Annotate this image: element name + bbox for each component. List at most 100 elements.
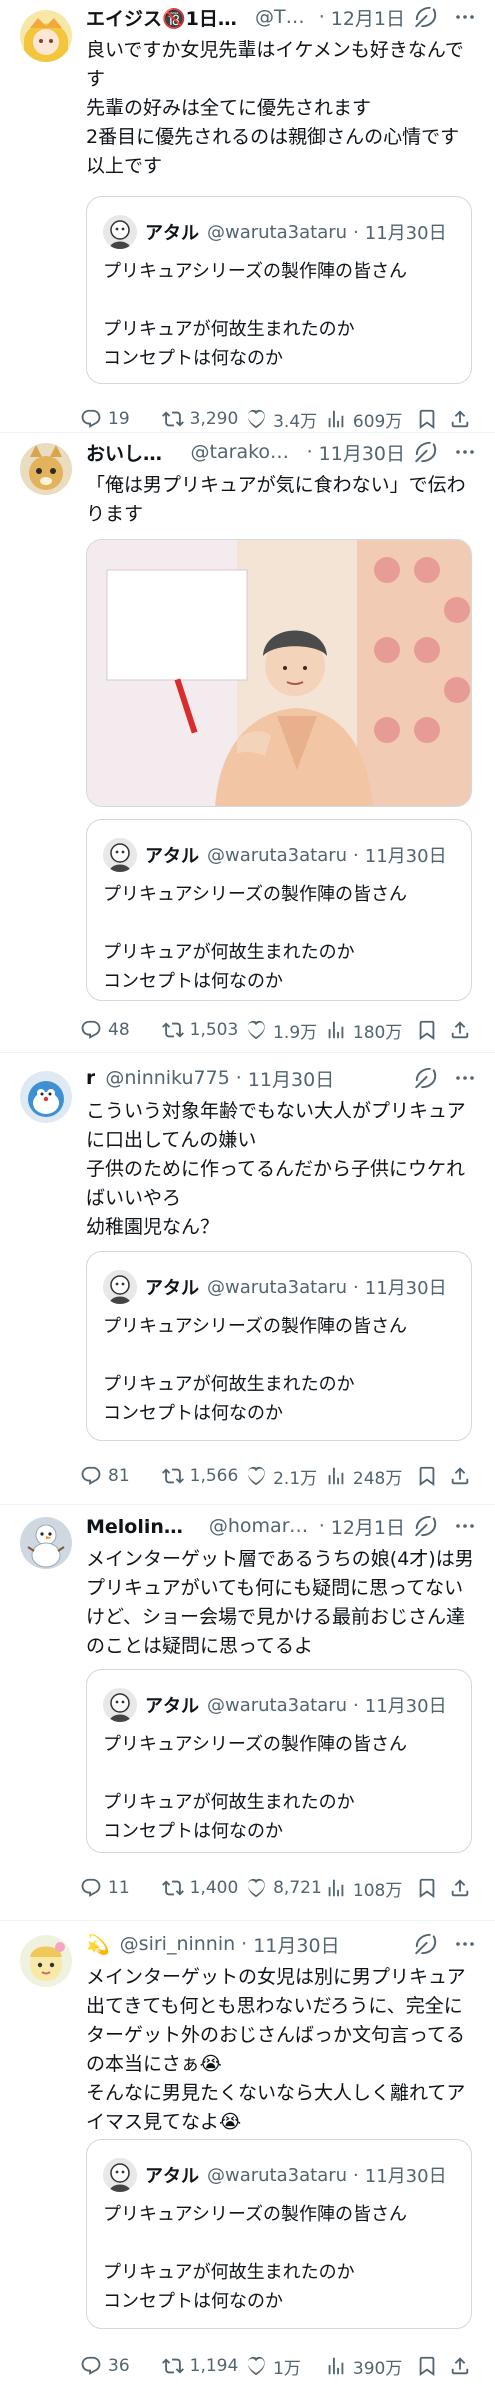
share-icon [449, 1465, 471, 1487]
attached-image[interactable] [86, 539, 472, 807]
view-count: 248万 [352, 1468, 403, 1489]
reply-button[interactable]: 36 [80, 2355, 162, 2377]
like-button[interactable]: 1万 [245, 2354, 325, 2379]
views-button[interactable]: 180万 [325, 1018, 410, 1043]
like-button[interactable]: 2.1万 [245, 1464, 325, 1489]
more-options-icon[interactable] [453, 440, 477, 464]
bookmark-button[interactable] [410, 1019, 443, 1041]
avatar[interactable] [20, 10, 72, 62]
quoted-avatar [103, 215, 137, 249]
grok-icon[interactable] [413, 1065, 439, 1091]
timestamp[interactable]: 11月30日 [319, 439, 405, 466]
views-button[interactable]: 390万 [325, 2354, 410, 2379]
quoted-display-name: アタル [145, 846, 199, 867]
share-button[interactable] [444, 2355, 477, 2377]
timestamp[interactable]: 12月1日 [331, 4, 405, 31]
more-options-icon[interactable] [453, 1514, 477, 1538]
tweet[interactable]: 💫 @siri_ninnin · 11月30日 メインターゲットの女児は別に男プ… [0, 1920, 495, 2400]
views-button[interactable]: 609万 [325, 407, 410, 432]
separator-dot: · [306, 441, 313, 463]
bookmark-icon [416, 1019, 438, 1041]
quoted-timestamp: 11月30日 [364, 846, 447, 867]
timestamp[interactable]: 12月1日 [331, 1513, 405, 1540]
retweet-button[interactable]: 1,400 [162, 1877, 245, 1899]
tweet[interactable]: おいしい… @tarako1… · 11月30日 「俺は男プリキュアが気に食わな… [0, 432, 495, 1052]
retweet-button[interactable]: 1,566 [162, 1465, 245, 1487]
bookmark-icon [416, 1877, 438, 1899]
views-icon [325, 1877, 347, 1899]
like-count: 3.4万 [273, 411, 318, 432]
share-button[interactable] [444, 1019, 477, 1041]
display-name[interactable]: エイジス🔞1日目… [86, 4, 245, 31]
quoted-avatar [103, 1270, 137, 1304]
retweet-icon [162, 2355, 184, 2377]
avatar[interactable] [20, 1935, 72, 1987]
user-handle[interactable]: @tarako1… [191, 441, 301, 463]
retweet-button[interactable]: 1,503 [162, 1019, 245, 1041]
avatar[interactable] [20, 1517, 72, 1569]
retweet-count: 1,400 [189, 1878, 239, 1898]
share-icon [449, 1019, 471, 1041]
heart-icon [245, 2355, 267, 2377]
retweet-button[interactable]: 3,290 [162, 408, 245, 430]
grok-icon[interactable] [413, 4, 439, 30]
tweet[interactable]: エイジス🔞1日目… @Th… · 12月1日 良いですか女児先輩はイケメンも好き… [0, 0, 495, 445]
user-handle[interactable]: @homare… [209, 1515, 313, 1537]
quoted-tweet[interactable]: アタル @waruta3ataru · 11月30日 プリキュアシリーズの製作陣… [86, 196, 472, 384]
avatar[interactable] [20, 443, 72, 495]
grok-icon[interactable] [413, 1931, 439, 1957]
more-options-icon[interactable] [453, 1932, 477, 1956]
reply-button[interactable]: 81 [80, 1465, 162, 1487]
quoted-text: プリキュアシリーズの製作陣の皆さん プリキュアが何故生まれたのか コンセプトは何… [103, 1734, 408, 1842]
display-name[interactable]: Melolin❄️… [86, 1515, 199, 1538]
quoted-tweet[interactable]: アタル @waruta3ataru · 11月30日 プリキュアシリーズの製作陣… [86, 819, 472, 1001]
bookmark-button[interactable] [410, 1877, 443, 1899]
quoted-timestamp: 11月30日 [364, 2166, 447, 2187]
separator-dot: · [353, 1276, 359, 1298]
tweet[interactable]: r @ninniku775 · 11月30日 こういう対象年齢でもない大人がプリ… [0, 1052, 495, 1504]
user-handle[interactable]: @siri_ninnin [120, 1933, 236, 1955]
share-button[interactable] [444, 1877, 477, 1899]
reply-button[interactable]: 19 [80, 408, 162, 430]
quoted-tweet[interactable]: アタル @waruta3ataru · 11月30日 プリキュアシリーズの製作陣… [86, 2139, 472, 2329]
timestamp[interactable]: 11月30日 [248, 1065, 334, 1092]
separator-dot: · [353, 844, 359, 866]
user-handle[interactable]: @ninniku775 [105, 1067, 229, 1089]
grok-icon[interactable] [413, 439, 439, 465]
bookmark-button[interactable] [410, 1465, 443, 1487]
grok-icon[interactable] [413, 1513, 439, 1539]
views-icon [325, 1019, 347, 1041]
quoted-display-name: アタル [145, 223, 199, 244]
like-button[interactable]: 1.9万 [245, 1018, 325, 1043]
views-button[interactable]: 248万 [325, 1464, 410, 1489]
share-button[interactable] [444, 1465, 477, 1487]
quoted-tweet[interactable]: アタル @waruta3ataru · 11月30日 プリキュアシリーズの製作陣… [86, 1251, 472, 1441]
more-options-icon[interactable] [453, 1066, 477, 1090]
retweet-icon [162, 1877, 184, 1899]
reply-icon [80, 1465, 102, 1487]
bookmark-button[interactable] [410, 2355, 443, 2377]
share-icon [449, 2355, 471, 2377]
more-options-icon[interactable] [453, 5, 477, 29]
quoted-display-name: アタル [145, 1696, 199, 1717]
reply-button[interactable]: 48 [80, 1019, 162, 1041]
quoted-tweet[interactable]: アタル @waruta3ataru · 11月30日 プリキュアシリーズの製作陣… [86, 1669, 472, 1853]
reply-button[interactable]: 11 [80, 1877, 162, 1899]
quoted-avatar [103, 1688, 137, 1722]
bookmark-button[interactable] [410, 408, 443, 430]
views-button[interactable]: 108万 [325, 1876, 410, 1901]
share-button[interactable] [444, 408, 477, 430]
user-handle[interactable]: @Th… [255, 6, 313, 28]
display-name[interactable]: おいしい… [86, 439, 181, 466]
tweet[interactable]: Melolin❄️… @homare… · 12月1日 メインターゲット層である… [0, 1504, 495, 1920]
view-count: 609万 [352, 411, 403, 432]
display-name[interactable]: 💫 [86, 1933, 110, 1956]
like-button[interactable]: 8,721 [245, 1877, 325, 1899]
like-button[interactable]: 3.4万 [245, 407, 325, 432]
timestamp[interactable]: 11月30日 [253, 1931, 339, 1958]
display-name[interactable]: r [86, 1067, 95, 1089]
retweet-button[interactable]: 1,194 [162, 2355, 245, 2377]
avatar[interactable] [20, 1071, 72, 1123]
like-count: 2.1万 [273, 1468, 318, 1489]
share-icon [449, 408, 471, 430]
